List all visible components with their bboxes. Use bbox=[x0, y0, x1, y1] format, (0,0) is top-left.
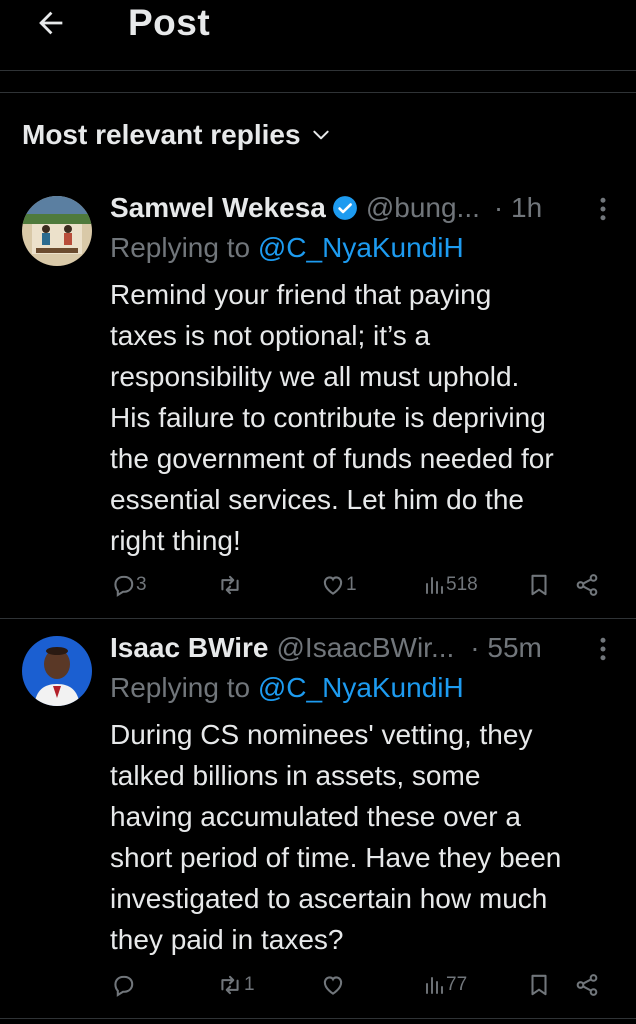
user-handle[interactable]: @IsaacBWir... bbox=[277, 632, 455, 664]
bookmark-icon bbox=[531, 974, 547, 996]
replying-to: Replying to @C_NyaKundiH bbox=[110, 232, 464, 264]
heart-icon bbox=[323, 576, 343, 595]
reply-divider bbox=[0, 1018, 636, 1019]
reply-text: During CS nominees' vetting, they talked… bbox=[110, 714, 620, 960]
sort-label: Most relevant replies bbox=[22, 119, 301, 150]
reply-header: Samwel Wekesa @bung... · 1h bbox=[110, 188, 542, 228]
more-options-icon[interactable] bbox=[588, 194, 618, 224]
repost-count: 1 bbox=[244, 974, 255, 995]
action-bar: 1 77 bbox=[0, 970, 636, 1006]
reply-icon bbox=[114, 575, 134, 597]
arrow-left-icon[interactable] bbox=[34, 6, 68, 40]
avatar[interactable] bbox=[22, 196, 92, 266]
avatar-image bbox=[22, 636, 92, 706]
mention-link[interactable]: @C_NyaKundiH bbox=[258, 672, 464, 703]
top-bar: Post bbox=[0, 0, 636, 71]
bookmark-button[interactable] bbox=[526, 572, 552, 598]
avatar[interactable] bbox=[22, 636, 92, 706]
text-line: taxes is not optional; it’s a bbox=[110, 320, 431, 351]
avatar-image bbox=[22, 196, 92, 266]
views-button[interactable]: 77 bbox=[422, 972, 467, 998]
heart-icon bbox=[323, 976, 343, 995]
reply-button[interactable]: 3 bbox=[110, 572, 147, 598]
reply-header: Isaac BWire @IsaacBWir... · 55m bbox=[110, 628, 542, 668]
text-line: they paid in taxes? bbox=[110, 924, 344, 955]
bookmark-icon bbox=[531, 574, 547, 596]
timestamp[interactable]: · 55m bbox=[470, 632, 542, 664]
repost-button[interactable] bbox=[216, 572, 244, 598]
text-line: having accumulated these over a bbox=[110, 801, 521, 832]
share-button[interactable] bbox=[574, 972, 600, 998]
reply-icon bbox=[114, 975, 134, 997]
text-line: Remind your friend that paying bbox=[110, 279, 492, 310]
repost-icon bbox=[221, 975, 239, 995]
reply-button[interactable] bbox=[110, 972, 136, 998]
chevron-down-icon bbox=[312, 130, 329, 140]
view-count: 77 bbox=[446, 974, 468, 995]
page-title: Post bbox=[128, 2, 211, 43]
display-name[interactable]: Samwel Wekesa bbox=[110, 192, 326, 224]
action-bar: 3 1 518 bbox=[0, 568, 636, 604]
user-handle[interactable]: @bung... bbox=[366, 192, 480, 224]
reply-item[interactable]: Isaac BWire @IsaacBWir... · 55m Replying… bbox=[0, 620, 636, 1020]
text-line: talked billions in assets, some bbox=[110, 760, 481, 791]
reply-text: Remind your friend that paying taxes is … bbox=[110, 274, 620, 561]
share-icon bbox=[576, 974, 598, 996]
replying-prefix: Replying to bbox=[110, 232, 258, 263]
text-line: investigated to ascertain how much bbox=[110, 883, 548, 914]
verified-badge-icon bbox=[332, 196, 357, 220]
text-line: essential services. Let him do the bbox=[110, 484, 524, 515]
section-divider bbox=[0, 92, 636, 93]
like-button[interactable]: 1 bbox=[320, 572, 357, 598]
view-count: 518 bbox=[446, 574, 478, 595]
text-line: short period of time. Have they been bbox=[110, 842, 562, 873]
text-line: right thing! bbox=[110, 525, 241, 556]
repost-icon bbox=[221, 575, 239, 595]
like-count: 1 bbox=[346, 574, 357, 595]
like-button[interactable] bbox=[320, 972, 346, 998]
reply-count: 3 bbox=[136, 574, 147, 595]
repost-button[interactable]: 1 bbox=[216, 972, 255, 998]
text-line: His failure to contribute is depriving bbox=[110, 402, 546, 433]
replying-to: Replying to @C_NyaKundiH bbox=[110, 672, 464, 704]
text-line: the government of funds needed for bbox=[110, 443, 554, 474]
sort-dropdown[interactable]: Most relevant replies bbox=[22, 117, 331, 153]
share-icon bbox=[576, 574, 598, 596]
bookmark-button[interactable] bbox=[526, 972, 552, 998]
display-name[interactable]: Isaac BWire bbox=[110, 632, 269, 664]
more-options-icon[interactable] bbox=[588, 634, 618, 664]
views-icon bbox=[426, 577, 443, 594]
replying-prefix: Replying to bbox=[110, 672, 258, 703]
share-button[interactable] bbox=[574, 572, 600, 598]
mention-link[interactable]: @C_NyaKundiH bbox=[258, 232, 464, 263]
text-line: responsibility we all must uphold. bbox=[110, 361, 520, 392]
views-button[interactable]: 518 bbox=[422, 572, 478, 598]
text-line: During CS nominees' vetting, they bbox=[110, 719, 533, 750]
timestamp[interactable]: · 1h bbox=[494, 192, 542, 224]
reply-item[interactable]: Samwel Wekesa @bung... · 1h Replying to … bbox=[0, 180, 636, 618]
reply-divider bbox=[0, 618, 636, 619]
views-icon bbox=[426, 977, 443, 994]
